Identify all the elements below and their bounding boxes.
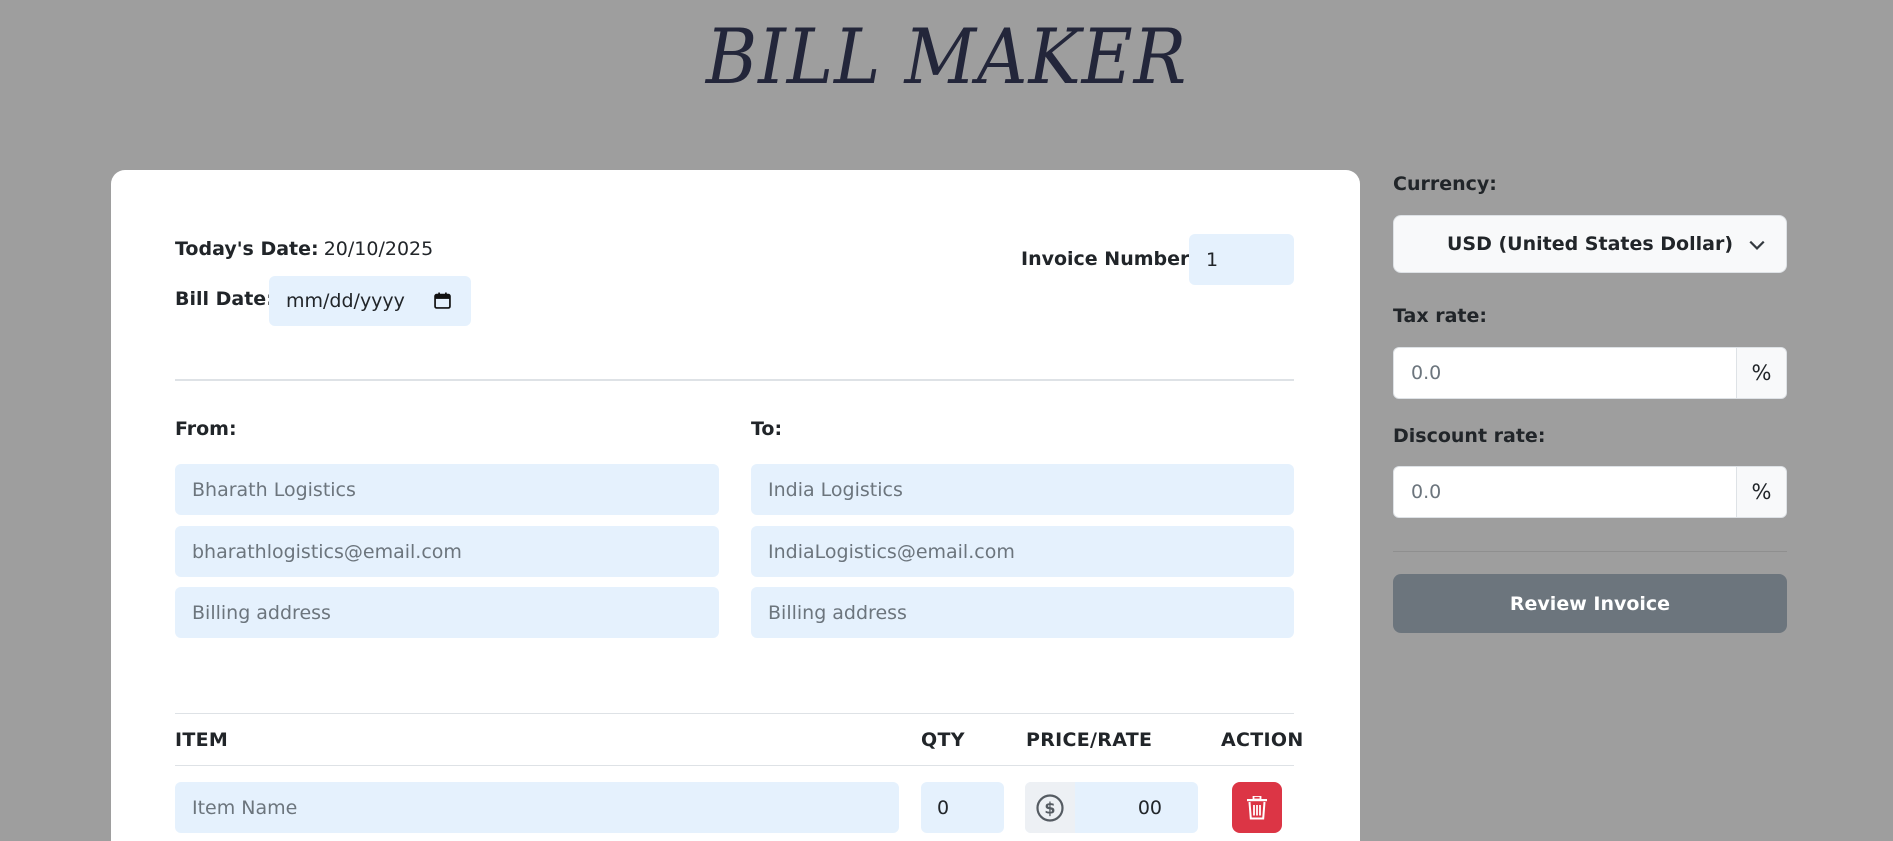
from-address-field[interactable]: Billing address [175, 587, 719, 638]
todays-date-label: Today's Date: [175, 238, 319, 260]
invoice-number-label: Invoice Number: [1021, 248, 1197, 270]
to-name-field[interactable]: India Logistics [751, 464, 1294, 515]
todays-date: Today's Date: 20/10/2025 [175, 238, 433, 260]
discount-rate-placeholder: 0.0 [1411, 481, 1442, 503]
todays-date-value: 20/10/2025 [323, 238, 434, 260]
to-name-value: India Logistics [768, 478, 903, 501]
tax-rate-label: Tax rate: [1393, 305, 1487, 327]
currency-selected-value: USD (United States Dollar) [1446, 233, 1734, 255]
from-label: From: [175, 418, 237, 440]
tax-rate-placeholder: 0.0 [1411, 362, 1442, 384]
from-address-placeholder: Billing address [192, 601, 331, 624]
bill-date-placeholder: mm/dd/yyyy [286, 290, 405, 312]
review-invoice-button[interactable]: Review Invoice [1393, 574, 1787, 633]
bill-date-input[interactable]: mm/dd/yyyy [269, 276, 471, 326]
tax-rate-group: 0.0 % [1393, 347, 1787, 399]
discount-percent-addon: % [1736, 467, 1786, 517]
item-price-input[interactable]: $ 00 [1025, 782, 1198, 833]
invoice-number-value: 1 [1206, 248, 1219, 271]
discount-rate-input[interactable]: 0.0 [1394, 467, 1737, 517]
tax-rate-input[interactable]: 0.0 [1394, 348, 1737, 398]
price-addon: $ [1025, 782, 1075, 833]
from-email-value: bharathlogistics@email.com [192, 540, 462, 563]
discount-rate-label: Discount rate: [1393, 425, 1546, 447]
delete-item-button[interactable] [1232, 782, 1282, 833]
sidebar-divider [1393, 551, 1787, 552]
from-email-field[interactable]: bharathlogistics@email.com [175, 526, 719, 577]
currency-select[interactable]: USD (United States Dollar) [1393, 215, 1787, 273]
header-divider [175, 379, 1294, 381]
tax-percent-addon: % [1736, 348, 1786, 398]
item-name-placeholder: Item Name [192, 796, 298, 819]
dollar-circle-icon: $ [1036, 793, 1064, 822]
item-name-input[interactable]: Item Name [175, 782, 899, 833]
app-title: BILL MAKER [705, 12, 1188, 101]
currency-label: Currency: [1393, 173, 1497, 195]
invoice-card: Today's Date: 20/10/2025 Bill Date: mm/d… [111, 170, 1360, 841]
discount-rate-group: 0.0 % [1393, 466, 1787, 518]
to-email-field[interactable]: IndiaLogistics@email.com [751, 526, 1294, 577]
column-header-action: ACTION [1221, 729, 1304, 751]
column-header-qty: QTY [921, 729, 965, 751]
bill-date-label: Bill Date: [175, 288, 274, 310]
to-address-field[interactable]: Billing address [751, 587, 1294, 638]
to-label: To: [751, 418, 783, 440]
column-header-price: PRICE/RATE [1026, 729, 1153, 751]
to-address-placeholder: Billing address [768, 601, 907, 624]
from-name-field[interactable]: Bharath Logistics [175, 464, 719, 515]
column-header-item: ITEM [175, 729, 229, 751]
chevron-down-icon [1749, 240, 1765, 250]
trash-icon [1247, 795, 1267, 819]
invoice-number-input[interactable]: 1 [1189, 234, 1294, 285]
calendar-icon[interactable] [434, 292, 451, 309]
table-top-border [175, 713, 1294, 714]
item-price-value: 00 [1137, 796, 1162, 819]
item-qty-value: 0 [937, 796, 950, 819]
table-header-border [175, 765, 1294, 766]
from-name-value: Bharath Logistics [192, 478, 356, 501]
to-email-value: IndiaLogistics@email.com [768, 540, 1015, 563]
svg-text:$: $ [1044, 798, 1055, 817]
item-qty-input[interactable]: 0 [921, 782, 1004, 833]
